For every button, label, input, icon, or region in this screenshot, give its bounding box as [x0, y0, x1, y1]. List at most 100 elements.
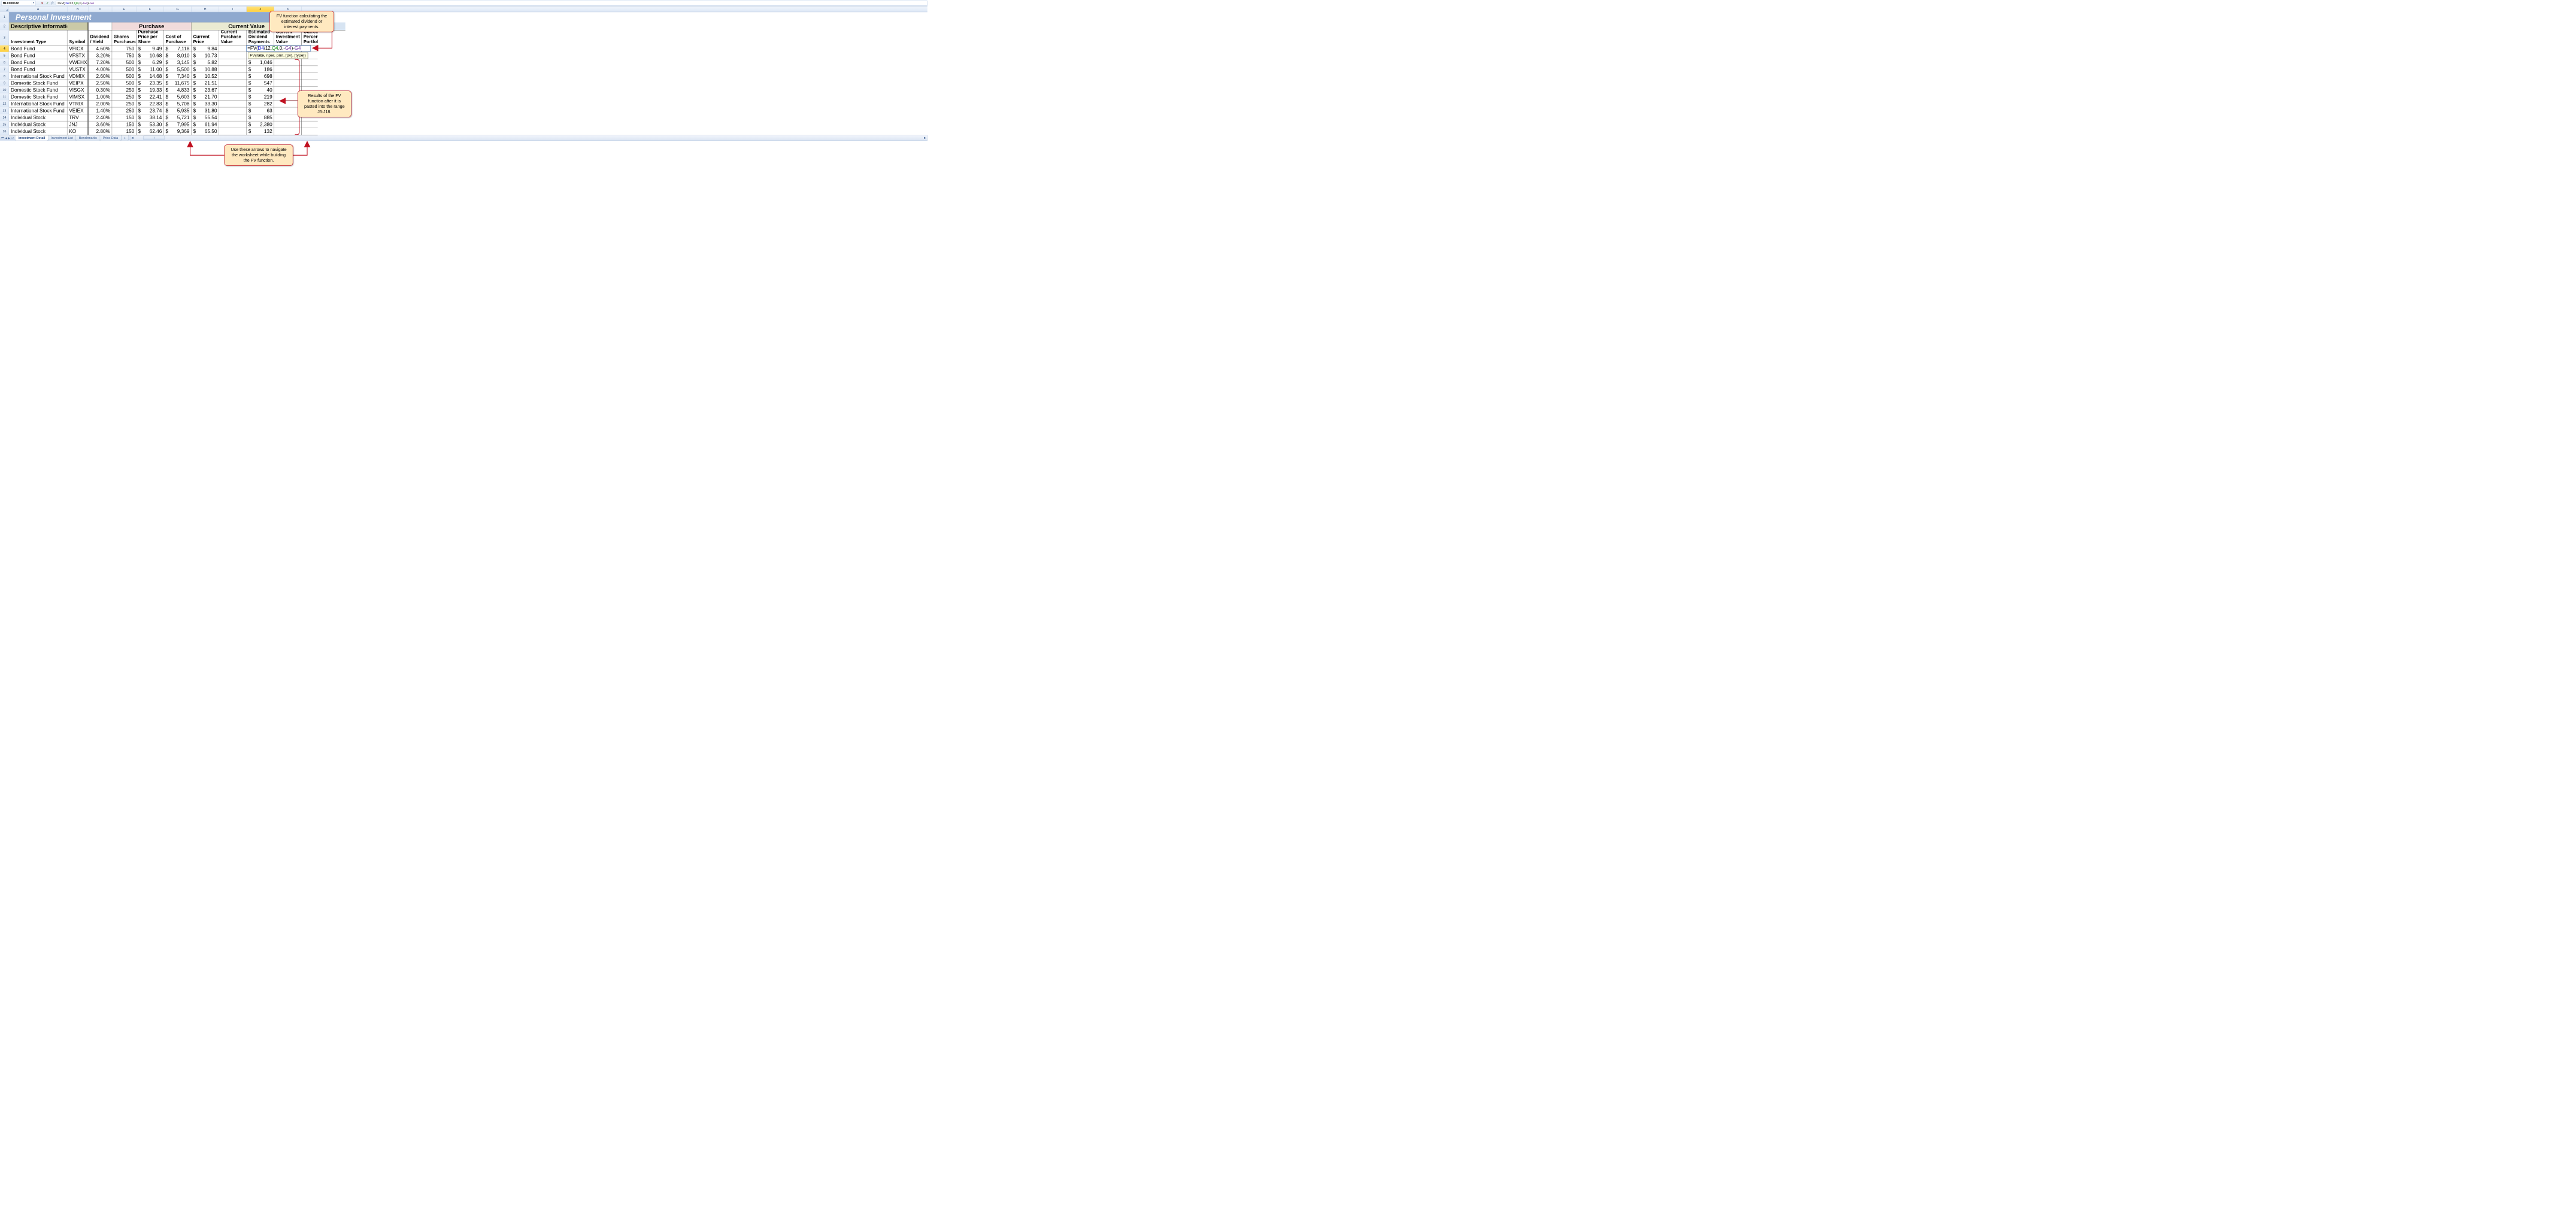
cell[interactable]: $53.30: [137, 121, 164, 128]
cell[interactable]: VFSTX: [67, 52, 88, 59]
cell[interactable]: $7,118: [164, 46, 192, 53]
cell[interactable]: Bond Fund: [9, 66, 67, 73]
new-sheet-button[interactable]: ✧: [121, 135, 129, 141]
cell[interactable]: VWEHX: [67, 59, 88, 66]
cell[interactable]: 4.60%: [89, 46, 113, 53]
column-header-G[interactable]: G: [164, 7, 192, 12]
cell[interactable]: [302, 73, 318, 80]
cell[interactable]: $38.14: [137, 114, 164, 122]
cell[interactable]: Domestic Stock Fund: [9, 93, 67, 101]
column-header-B[interactable]: B: [67, 7, 88, 12]
cancel-button[interactable]: ✕: [40, 1, 45, 5]
sheet-tab[interactable]: Price Data: [100, 135, 122, 141]
column-header-I[interactable]: I: [219, 7, 247, 12]
cell[interactable]: [219, 52, 247, 59]
cell[interactable]: [302, 128, 318, 135]
cell[interactable]: Bond Fund: [9, 46, 67, 53]
cell[interactable]: $186: [247, 66, 274, 73]
cell[interactable]: 250: [112, 93, 136, 101]
cell[interactable]: $33.30: [192, 101, 219, 108]
cell[interactable]: $11,675: [164, 80, 192, 87]
cell[interactable]: 750: [112, 46, 136, 53]
row-header[interactable]: 2: [0, 22, 9, 30]
cell[interactable]: 150: [112, 121, 136, 128]
cell[interactable]: 150: [112, 114, 136, 122]
row-header[interactable]: 9: [0, 80, 9, 87]
cell[interactable]: $23.67: [192, 87, 219, 94]
cell[interactable]: VFICX: [67, 46, 88, 53]
cell[interactable]: Domestic Stock Fund: [9, 80, 67, 87]
cell[interactable]: $5,935: [164, 107, 192, 114]
cell[interactable]: $63: [247, 107, 274, 114]
cell[interactable]: [219, 114, 247, 122]
cell[interactable]: VUSTX: [67, 66, 88, 73]
cell[interactable]: VISGX: [67, 87, 88, 94]
cell[interactable]: $282: [247, 101, 274, 108]
cell[interactable]: $55.54: [192, 114, 219, 122]
cell[interactable]: JNJ: [67, 121, 88, 128]
cell[interactable]: $21.70: [192, 93, 219, 101]
cell[interactable]: $9,369: [164, 128, 192, 135]
cell[interactable]: VEIPX: [67, 80, 88, 87]
cell[interactable]: $1,046: [247, 59, 274, 66]
cell[interactable]: 2.40%: [89, 114, 113, 122]
column-header-H[interactable]: H: [192, 7, 219, 12]
cell[interactable]: $31.80: [192, 107, 219, 114]
cell[interactable]: 250: [112, 101, 136, 108]
cell[interactable]: $7,340: [164, 73, 192, 80]
row-header[interactable]: 5: [0, 52, 9, 59]
tab-nav-prev-icon[interactable]: ◀: [5, 137, 7, 140]
cell[interactable]: International Stock Fund: [9, 107, 67, 114]
cell[interactable]: $5,708: [164, 101, 192, 108]
insert-function-button[interactable]: fx: [50, 1, 55, 5]
row-header[interactable]: 3: [0, 30, 9, 45]
row-header[interactable]: 10: [0, 87, 9, 94]
sheet-tab[interactable]: Investment Detail: [15, 135, 49, 141]
cell[interactable]: Bond Fund: [9, 52, 67, 59]
name-box[interactable]: HLOOKUP ▼: [1, 1, 36, 5]
cell[interactable]: [219, 87, 247, 94]
cell[interactable]: 1.40%: [89, 107, 113, 114]
cell[interactable]: [302, 59, 318, 66]
cell[interactable]: $132: [247, 128, 274, 135]
cell[interactable]: $23.74: [137, 107, 164, 114]
cell[interactable]: [219, 66, 247, 73]
cell[interactable]: $5,500: [164, 66, 192, 73]
cell[interactable]: $5.82: [192, 59, 219, 66]
cell[interactable]: 500: [112, 80, 136, 87]
cell[interactable]: 2.60%: [89, 73, 113, 80]
cell[interactable]: $9.84: [192, 46, 219, 53]
column-header-D[interactable]: D: [89, 7, 113, 12]
cell[interactable]: Domestic Stock Fund: [9, 87, 67, 94]
cell[interactable]: $5,603: [164, 93, 192, 101]
cell[interactable]: $11.00: [137, 66, 164, 73]
cell[interactable]: $7,995: [164, 121, 192, 128]
cell[interactable]: $19.33: [137, 87, 164, 94]
scroll-right-icon[interactable]: ▶: [923, 135, 927, 141]
cell[interactable]: 500: [112, 73, 136, 80]
cell-edit-overlay[interactable]: =FV(D4/12,Q4,0,-G4)-G4: [246, 46, 311, 52]
row-header[interactable]: 12: [0, 101, 9, 108]
row-header[interactable]: 8: [0, 73, 9, 80]
cell[interactable]: Bond Fund: [9, 59, 67, 66]
row-header[interactable]: 7: [0, 66, 9, 73]
cell[interactable]: International Stock Fund: [9, 101, 67, 108]
cell[interactable]: [219, 59, 247, 66]
tab-nav-last-icon[interactable]: ⏭: [11, 137, 14, 140]
cell[interactable]: VTRIX: [67, 101, 88, 108]
cell[interactable]: TRV: [67, 114, 88, 122]
cell[interactable]: $6.29: [137, 59, 164, 66]
row-header[interactable]: 11: [0, 93, 9, 101]
cell[interactable]: 150: [112, 128, 136, 135]
cell[interactable]: $10.52: [192, 73, 219, 80]
cell[interactable]: [219, 93, 247, 101]
cell[interactable]: 3.60%: [89, 121, 113, 128]
cell[interactable]: $10.73: [192, 52, 219, 59]
cell[interactable]: $698: [247, 73, 274, 80]
formula-input[interactable]: =FV(D4/12,Q4,0,-G4)-G4: [56, 1, 928, 5]
sheet-tab[interactable]: Benchmarks: [75, 135, 100, 141]
cell[interactable]: [219, 80, 247, 87]
row-header[interactable]: 6: [0, 59, 9, 66]
tab-nav-first-icon[interactable]: ⏮: [1, 137, 4, 140]
cell[interactable]: [302, 66, 318, 73]
